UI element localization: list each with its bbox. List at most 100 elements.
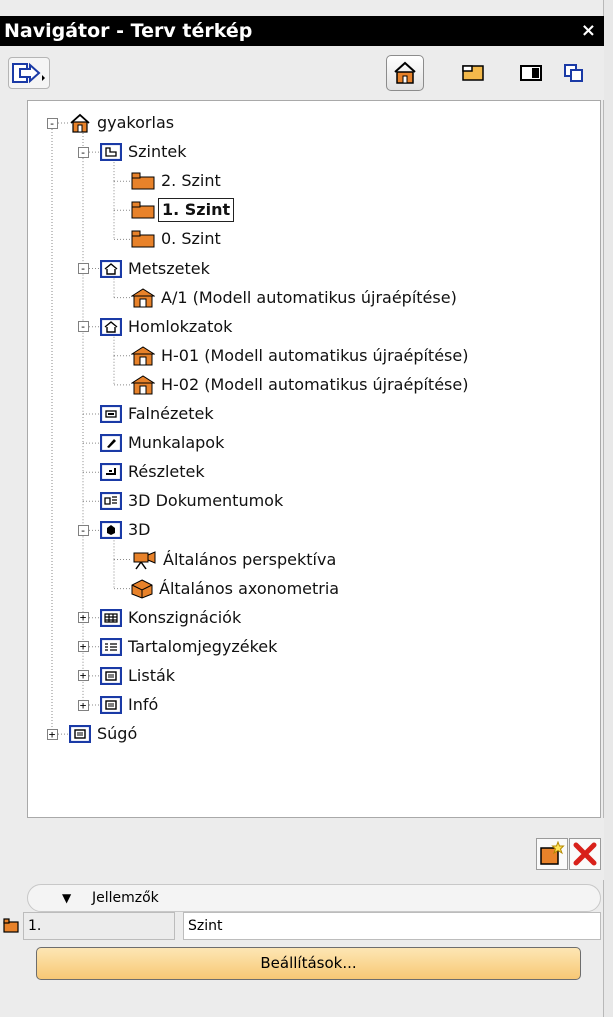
tree-node-label: Metszetek xyxy=(128,258,210,278)
tree-node[interactable]: Részletek xyxy=(100,458,208,486)
action-bar xyxy=(0,818,604,880)
3d-documents-icon xyxy=(100,492,122,511)
tree-node[interactable]: Falnézetek xyxy=(100,400,217,428)
view-map-button[interactable] xyxy=(454,55,492,91)
tree-node-label: Tartalomjegyzékek xyxy=(128,636,278,656)
tree-node[interactable]: Munkalapok xyxy=(100,429,227,457)
house-icon xyxy=(69,113,91,133)
expand-toggle-icon[interactable]: + xyxy=(77,670,89,682)
expand-toggle-icon[interactable]: + xyxy=(77,612,89,624)
tree-node[interactable]: Listák xyxy=(100,662,178,690)
tree-node-label: gyakorlas xyxy=(97,113,175,132)
lists-icon xyxy=(100,666,122,685)
elevation-house-icon xyxy=(131,346,155,366)
send-to-layout-button[interactable] xyxy=(8,57,50,89)
new-view-icon xyxy=(540,841,565,865)
navigator-toolbar xyxy=(0,46,604,100)
new-view-button[interactable] xyxy=(536,838,568,870)
project-map-icon xyxy=(394,61,416,84)
window-title: Navigátor - Terv térkép xyxy=(4,20,253,42)
publisher-sets-icon xyxy=(564,64,583,82)
tree-node[interactable]: Súgó xyxy=(69,720,140,748)
tree-node-label: Általános perspektíva xyxy=(163,549,337,569)
tree-node-label: A/1 (Modell automatikus újraépítése) xyxy=(161,287,457,307)
tree-node[interactable]: Tartalomjegyzékek xyxy=(100,633,280,661)
interior-elevations-icon xyxy=(100,405,122,423)
settings-button[interactable]: Beállítások... xyxy=(36,947,581,980)
collapse-toggle-icon[interactable]: - xyxy=(46,117,58,129)
tree-node[interactable]: H-02 (Modell automatikus újraépítése) xyxy=(131,371,471,399)
tree-node[interactable]: H-01 (Modell automatikus újraépítése) xyxy=(131,342,471,370)
tree-node[interactable]: Metszetek xyxy=(100,255,213,283)
tree-node-label: 3D xyxy=(128,520,151,540)
tree-node-label: Munkalapok xyxy=(128,433,225,453)
tree-node-label: 1. Szint xyxy=(158,198,235,223)
tree-node[interactable]: gyakorlas xyxy=(69,109,177,137)
tree-node[interactable]: Általános axonometria xyxy=(131,575,342,603)
stories-icon xyxy=(100,143,122,162)
elevation-house-icon xyxy=(131,375,155,395)
expand-toggle-icon[interactable]: + xyxy=(46,728,58,740)
tree-node-label: H-02 (Modell automatikus újraépítése) xyxy=(161,374,469,394)
view-id-field[interactable]: 1. xyxy=(23,912,175,940)
expand-toggle-icon[interactable]: + xyxy=(77,699,89,711)
details-icon xyxy=(100,463,122,482)
tree-node[interactable]: 3D xyxy=(100,516,154,544)
tree-node-label: 3D Dokumentumok xyxy=(128,491,284,511)
story-icon xyxy=(131,201,155,219)
tree-node[interactable]: Konszignációk xyxy=(100,604,244,632)
tree-node[interactable]: Szintek xyxy=(100,138,190,166)
elevations-icon xyxy=(100,317,122,336)
publisher-sets-button[interactable] xyxy=(555,55,593,91)
worksheets-icon xyxy=(100,434,122,453)
tree-node-label: Listák xyxy=(128,665,176,685)
collapse-toggle-icon[interactable]: - xyxy=(77,146,89,158)
tree-node[interactable]: 3D Dokumentumok xyxy=(100,487,286,515)
project-tree[interactable]: - gyakorlas - Szintek 2. Szint 1. Szint 0. Szi… xyxy=(27,100,601,818)
title-bar[interactable]: Navigátor - Terv térkép × xyxy=(0,16,604,46)
section-house-icon xyxy=(131,288,155,308)
collapse-toggle-icon[interactable]: - xyxy=(77,524,89,536)
project-map-button[interactable] xyxy=(386,55,424,91)
collapse-triangle-icon[interactable]: ▼ xyxy=(62,885,71,911)
tree-node-label: Súgó xyxy=(97,724,138,744)
help-icon xyxy=(69,725,91,744)
tree-node-label: 0. Szint xyxy=(161,229,221,249)
layout-book-icon xyxy=(520,65,542,81)
story-icon xyxy=(131,230,155,248)
view-map-icon xyxy=(462,65,484,81)
properties-title: Jellemzők xyxy=(92,890,159,906)
tree-node-label: Általános axonometria xyxy=(159,578,340,598)
tree-node[interactable]: Infó xyxy=(100,691,161,719)
collapse-toggle-icon[interactable]: - xyxy=(77,321,89,333)
close-icon[interactable]: × xyxy=(581,16,596,46)
schedules-icon xyxy=(100,608,122,627)
sections-icon xyxy=(100,259,122,278)
info-icon xyxy=(100,696,122,714)
tree-node-label: Homlokzatok xyxy=(128,316,233,336)
project-indexes-icon xyxy=(100,637,122,656)
properties-header[interactable]: ▼ Jellemzők xyxy=(27,884,601,912)
tree-node-label: Konszignációk xyxy=(128,607,242,627)
tree-node[interactable]: Homlokzatok xyxy=(100,313,235,341)
tree-node-label: H-01 (Modell automatikus újraépítése) xyxy=(161,345,469,365)
navigator-palette: Navigátor - Terv térkép × - gyakorlas - … xyxy=(0,0,604,1017)
tree-node-label: Falnézetek xyxy=(128,404,214,423)
send-to-layout-icon xyxy=(12,62,45,84)
axonometry-icon xyxy=(131,579,153,599)
tree-node[interactable]: Általános perspektíva xyxy=(131,546,339,574)
view-name-field[interactable]: Szint xyxy=(183,912,601,940)
tree-node-label: Részletek xyxy=(128,462,205,482)
story-icon xyxy=(131,172,155,190)
layout-book-button[interactable] xyxy=(512,55,550,91)
delete-button[interactable] xyxy=(569,838,601,870)
tree-node-label: 2. Szint xyxy=(161,171,221,191)
tree-node[interactable]: 1. Szint xyxy=(131,196,235,224)
collapse-toggle-icon[interactable]: - xyxy=(77,263,89,274)
expand-toggle-icon[interactable]: + xyxy=(77,641,89,653)
tree-node[interactable]: A/1 (Modell automatikus újraépítése) xyxy=(131,284,460,312)
tree-node-label: Szintek xyxy=(128,142,187,162)
tree-node[interactable]: 2. Szint xyxy=(131,167,224,195)
story-small-icon xyxy=(2,918,22,938)
tree-node[interactable]: 0. Szint xyxy=(131,225,224,253)
